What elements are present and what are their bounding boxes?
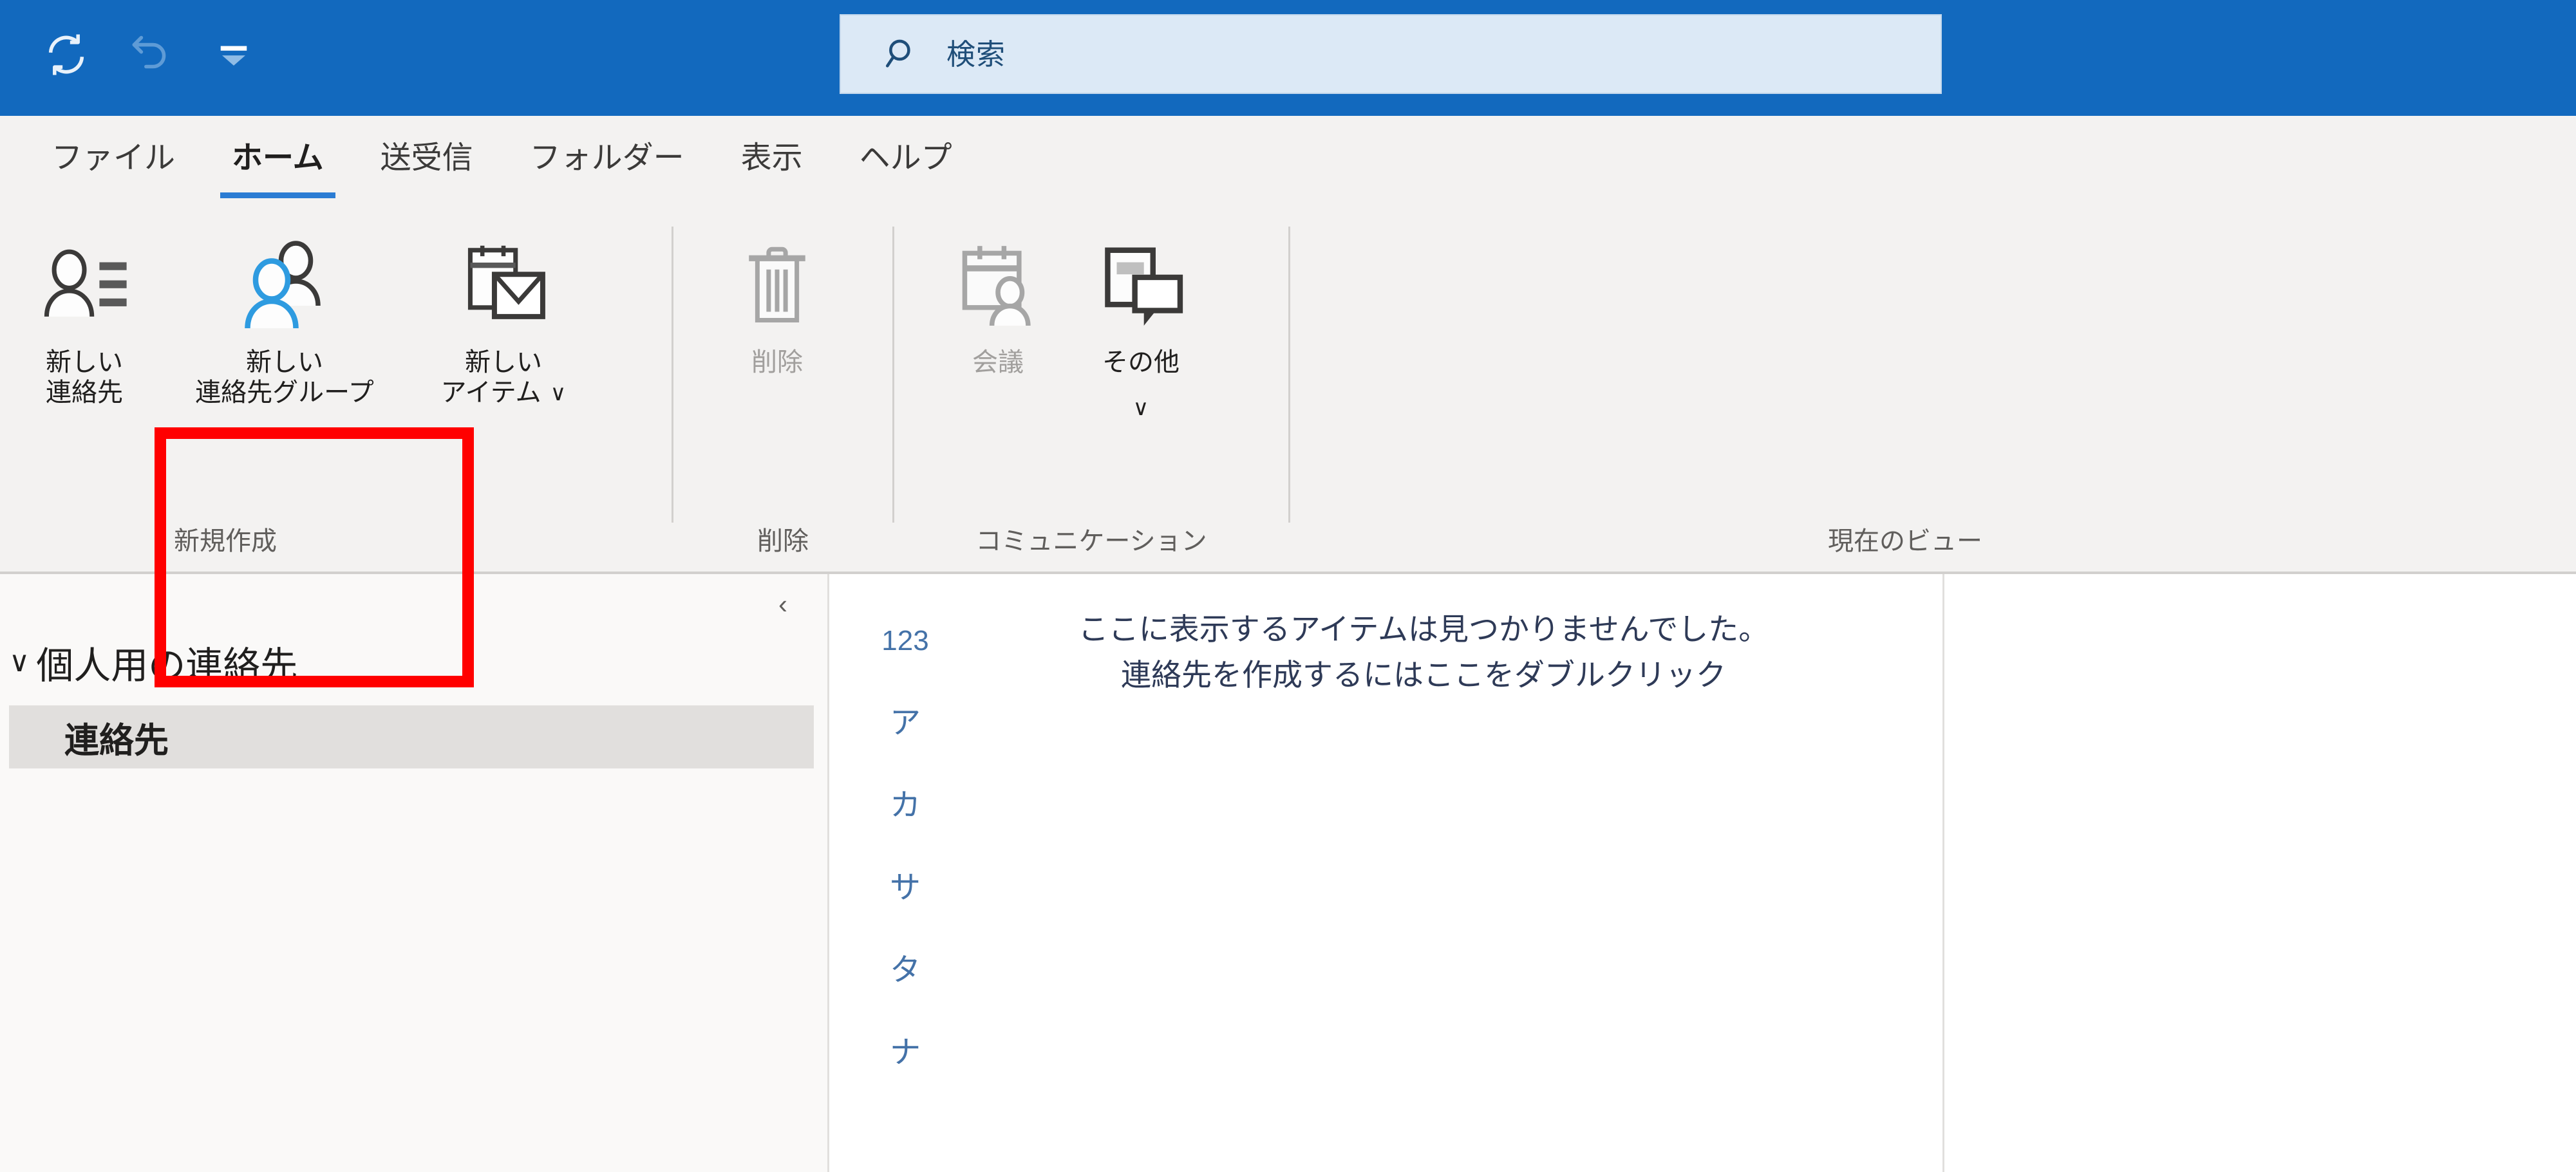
new-item-icon — [455, 225, 552, 348]
meeting-label: 会議 — [972, 348, 1024, 377]
ribbon-group-communication-label: コミュニケーション — [975, 527, 1207, 555]
ribbon-group-delete-label: 削除 — [757, 527, 809, 555]
tab-file[interactable]: ファイル — [23, 116, 203, 201]
ribbon-group-new: 新しい 連絡先 新しい 連絡先グループ 新しい アイテム ∨ 新規作成 — [0, 201, 672, 572]
sidebar-item-contacts-label: 連絡先 — [64, 721, 169, 760]
new-item-label-line1: 新しい — [465, 348, 542, 377]
more-communication-button[interactable]: その他 ∨ — [1069, 214, 1212, 419]
tab-home[interactable]: ホーム — [203, 116, 352, 201]
contact-list-pane[interactable]: 123 ア カ サ タ ナ ここに表示するアイテムは見つかりませんでした。 連絡… — [831, 574, 1944, 1172]
title-bar: 検索 — [0, 0, 2576, 116]
tab-help[interactable]: ヘルプ — [831, 116, 981, 201]
customize-quick-access-toolbar-icon[interactable] — [206, 19, 261, 90]
new-contact-label-line2: 連絡先 — [46, 378, 123, 407]
meeting-button: 会議 — [926, 214, 1069, 378]
ribbon-group-current-view-label: 現在のビュー — [1828, 527, 1982, 555]
alpha-index-na[interactable]: ナ — [890, 1012, 921, 1094]
empty-state-message: ここに表示するアイテムは見つかりませんでした。 連絡先を作成するにはここをダブル… — [966, 606, 1881, 698]
trash-icon — [732, 225, 822, 348]
delete-label: 削除 — [751, 348, 803, 377]
new-contact-group-label-line1: 新しい — [246, 348, 323, 377]
nav-root-label: 個人用の連絡先 — [36, 645, 298, 687]
alpha-index-123[interactable]: 123 — [881, 600, 928, 682]
chevron-down-icon[interactable]: ∨ — [550, 382, 567, 404]
search-input-text[interactable]: 検索 — [946, 40, 1006, 69]
alpha-index-sa[interactable]: サ — [890, 847, 921, 929]
ribbon-group-delete: 削除 削除 — [673, 201, 892, 572]
new-contact-button[interactable]: 新しい 連絡先 — [13, 214, 156, 408]
alphabet-index[interactable]: 123 ア カ サ タ ナ — [851, 600, 960, 1094]
chevron-down-icon[interactable]: ∨ — [1133, 397, 1149, 419]
meeting-icon — [950, 225, 1046, 348]
ribbon: 新しい 連絡先 新しい 連絡先グループ 新しい アイテム ∨ 新規作成 削除 削… — [0, 201, 2576, 687]
more-communication-label: その他 — [1102, 348, 1180, 377]
alpha-index-a[interactable]: ア — [890, 682, 921, 765]
new-item-button[interactable]: 新しい アイテム ∨ — [413, 214, 594, 408]
delete-button: 削除 — [706, 214, 849, 378]
sidebar-item-contacts[interactable]: 連絡先 — [9, 705, 814, 768]
undo-icon[interactable] — [122, 19, 178, 90]
new-contact-label-line1: 新しい — [46, 348, 123, 377]
tab-view[interactable]: 表示 — [713, 116, 831, 201]
alpha-index-ka[interactable]: カ — [890, 765, 921, 847]
search-box[interactable]: 検索 — [840, 14, 1942, 94]
tab-folder[interactable]: フォルダー — [502, 116, 713, 201]
nav-root-personal-contacts[interactable]: ∨ 個人用の連絡先 — [9, 633, 297, 691]
ribbon-group-current-view: 名刺 連絡先 連絡 — [1290, 201, 2576, 572]
main-body: ‹ ∨ 個人用の連絡先 連絡先 123 ア カ サ タ ナ ここに表示するアイテ… — [0, 574, 2576, 1172]
tab-send-receive[interactable]: 送受信 — [352, 116, 502, 201]
more-communication-icon — [1093, 225, 1189, 348]
ribbon-group-communication: 会議 その他 ∨ コミュニケーション — [894, 201, 1288, 572]
ribbon-group-new-label: 新規作成 — [174, 527, 277, 555]
new-contact-group-label-line2: 連絡先グループ — [195, 378, 374, 407]
navigation-pane: ‹ ∨ 個人用の連絡先 連絡先 — [0, 574, 829, 1172]
alpha-index-ta[interactable]: タ — [890, 929, 921, 1012]
new-contact-icon — [36, 225, 133, 348]
new-item-label-line2: アイテム — [440, 378, 541, 407]
chevron-down-icon[interactable]: ∨ — [9, 648, 30, 676]
quick-access-toolbar — [39, 19, 261, 90]
new-contact-group-button[interactable]: 新しい 連絡先グループ — [156, 214, 413, 408]
new-contact-group-icon — [233, 225, 336, 348]
reading-pane — [1946, 574, 2576, 1172]
empty-state-line2: 連絡先を作成するにはここをダブルクリック — [1121, 658, 1726, 693]
search-icon — [883, 35, 921, 73]
empty-state-line1: ここに表示するアイテムは見つかりませんでした。 — [1078, 612, 1769, 646]
sync-icon[interactable] — [39, 19, 94, 90]
ribbon-tab-strip: ファイル ホーム 送受信 フォルダー 表示 ヘルプ — [0, 116, 2576, 201]
chevron-left-icon[interactable]: ‹ — [767, 588, 799, 620]
